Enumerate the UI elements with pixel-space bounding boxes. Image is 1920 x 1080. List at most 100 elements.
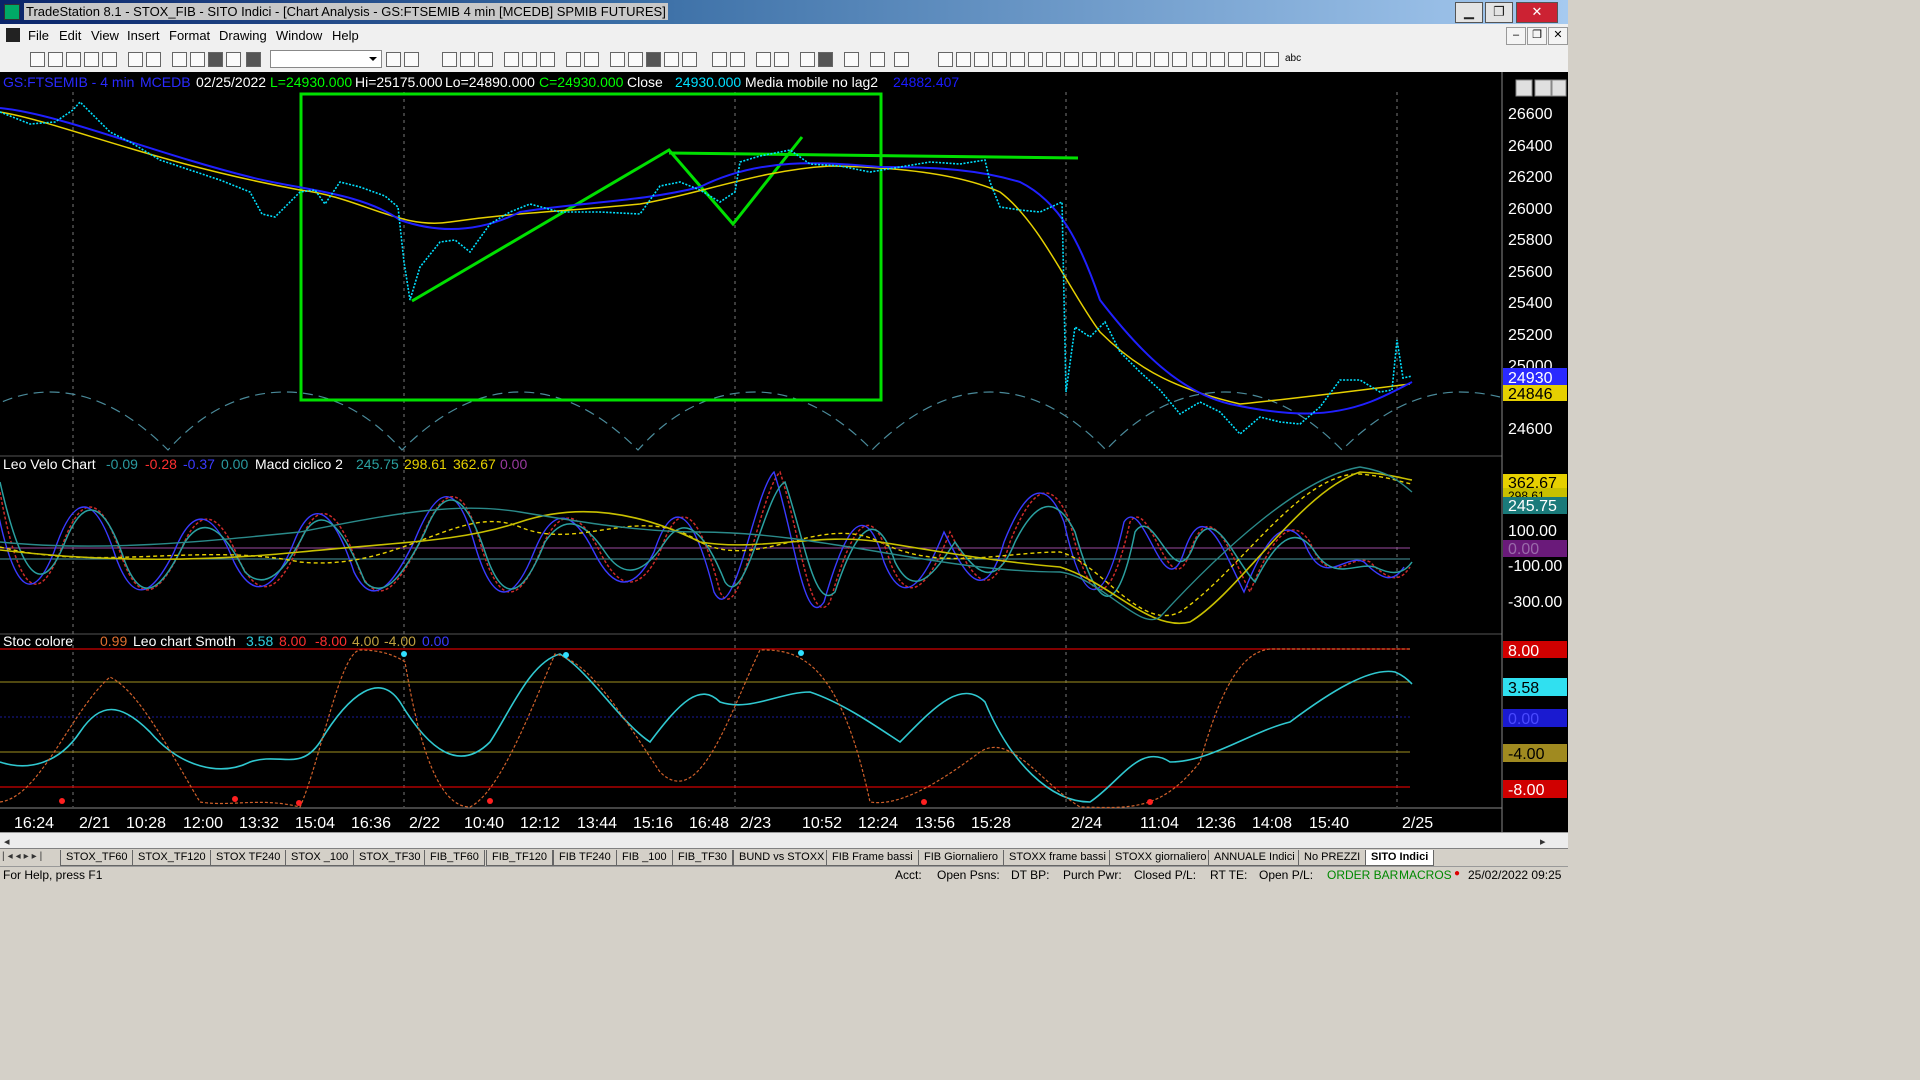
new-workspace-icon[interactable] [84,52,99,67]
menu-file[interactable]: File [28,28,49,43]
crosshair-icon[interactable] [818,52,833,67]
tab-fib-tf120[interactable]: FIB_TF120 [486,850,554,866]
tab-fib-frame-bassi[interactable]: FIB Frame bassi [826,850,919,866]
fibonacci-icon[interactable] [1010,52,1025,67]
menu-insert[interactable]: Insert [127,28,160,43]
search-icon[interactable] [404,52,419,67]
drawn-horizontal-line[interactable] [668,151,1079,160]
matrix-window-icon[interactable] [478,52,493,67]
mdi-minimize-button[interactable]: ‒ [1506,27,1526,45]
ellipse-icon[interactable] [1246,52,1261,67]
tab-stoxx-giornaliero[interactable]: STOXX giornaliero [1109,850,1213,866]
arrow-curve-icon[interactable] [1192,52,1207,67]
gann-fan-icon[interactable] [1046,52,1061,67]
time-zones-icon[interactable] [1100,52,1115,67]
tab-stox-tf240[interactable]: STOX TF240 [210,850,287,866]
rectangle-icon[interactable] [1264,52,1279,67]
open-icon[interactable] [48,52,63,67]
chart-svg[interactable]: GS:FTSEMIB - 4 min MCEDB 02/25/2022 L=24… [0,72,1568,832]
save-icon[interactable] [102,52,117,67]
open-workspace-icon[interactable] [66,52,81,67]
hotlist-icon[interactable] [522,52,537,67]
new-icon[interactable] [30,52,45,67]
tools-icon[interactable] [844,52,859,67]
status-macros[interactable]: MACROS [1399,868,1452,882]
chart-area[interactable]: GS:FTSEMIB - 4 min MCEDB 02/25/2022 L=24… [0,72,1568,832]
horizontal-line-icon[interactable] [956,52,971,67]
menu-format[interactable]: Format [169,28,210,43]
minimize-button[interactable]: ▁ [1455,2,1483,23]
tab-fib-tf240[interactable]: FIB TF240 [553,850,617,866]
zoom-out-icon[interactable] [774,52,789,67]
scanner-icon[interactable] [504,52,519,67]
lock-icon[interactable] [208,52,223,67]
chain-icon[interactable] [190,52,205,67]
text-tool-button[interactable]: abc [1285,53,1301,64]
tab-bund-vs-stoxx[interactable]: BUND vs STOXX [733,850,831,866]
indicator-icon[interactable] [610,52,625,67]
zoom-in-bars-icon[interactable] [712,52,727,67]
menu-help[interactable]: Help [332,28,359,43]
arc-icon[interactable] [1136,52,1151,67]
line-chart-icon[interactable] [682,52,697,67]
radar-window-icon[interactable] [460,52,475,67]
options-icon[interactable] [540,52,555,67]
tab-fib-100[interactable]: FIB _100 [616,850,673,866]
bar-chart-icon[interactable] [646,52,661,67]
zoom-in-icon[interactable] [756,52,771,67]
symbol-dropdown[interactable] [270,50,382,68]
data-window-icon[interactable] [870,52,885,67]
mdi-restore-button[interactable]: ❐ [1527,27,1547,45]
status-order-bar[interactable]: ORDER BAR [1327,868,1398,882]
network-icon[interactable] [246,52,261,67]
cycle-lines-icon[interactable] [1118,52,1133,67]
pencil-icon[interactable] [1172,52,1187,67]
strategy-icon[interactable] [628,52,643,67]
tab-fib-tf30[interactable]: FIB_TF30 [672,850,733,866]
tab-fib-giornaliero[interactable]: FIB Giornaliero [918,850,1004,866]
mdi-close-button[interactable]: ✕ [1548,27,1568,45]
expert-icon[interactable] [894,52,909,67]
scroll-right-icon[interactable]: ▸ [1540,835,1546,848]
link-icon[interactable] [172,52,187,67]
andrews-pitchfork-icon[interactable] [1064,52,1079,67]
horizontal-scrollbar[interactable]: ◂ ▸ [0,832,1568,849]
go-arrow-icon[interactable] [386,52,401,67]
arrow-up-icon[interactable] [1228,52,1243,67]
tab-nav-icons[interactable]: |◂◂▸▸| [2,851,45,862]
trendline-icon[interactable] [938,52,953,67]
macro-icon[interactable] [226,52,241,67]
ellipse-arc-icon[interactable] [1154,52,1169,67]
drawn-rectangle[interactable] [299,92,883,402]
tab-stox-100[interactable]: STOX _100 [285,850,355,866]
scroll-left-icon[interactable]: ◂ [4,835,10,848]
tab-stoxx-frame-bassi[interactable]: STOXX frame bassi [1003,850,1112,866]
chart-window-buttons[interactable] [1515,79,1567,97]
document-icon[interactable] [6,28,20,42]
window-icon[interactable] [566,52,581,67]
chart-window-icon[interactable] [442,52,457,67]
speedline-icon[interactable] [1028,52,1043,67]
zoom-out-bars-icon[interactable] [730,52,745,67]
menu-edit[interactable]: Edit [59,28,81,43]
regression-icon[interactable] [1082,52,1097,67]
menu-drawing[interactable]: Drawing [219,28,267,43]
menu-window[interactable]: Window [276,28,322,43]
pointer-icon[interactable] [800,52,815,67]
tab-sito-indici[interactable]: SITO Indici [1365,850,1435,866]
vertical-line-icon[interactable] [974,52,989,67]
arrow-down-icon[interactable] [1210,52,1225,67]
maximize-button[interactable]: ❐ [1485,2,1513,23]
tab-no-prezzi[interactable]: No PREZZI [1298,850,1367,866]
tab-stox-tf60[interactable]: STOX_TF60 [60,850,134,866]
channel-icon[interactable] [992,52,1007,67]
candle-icon[interactable] [664,52,679,67]
tab-fib-tf60[interactable]: FIB_TF60 [424,850,485,866]
print-icon[interactable] [128,52,143,67]
close-button[interactable]: ✕ [1516,2,1558,23]
menu-view[interactable]: View [91,28,119,43]
tab-stox-tf30[interactable]: STOX_TF30 [353,850,427,866]
tile-icon[interactable] [584,52,599,67]
print-preview-icon[interactable] [146,52,161,67]
tab-stox-tf120[interactable]: STOX_TF120 [132,850,212,866]
